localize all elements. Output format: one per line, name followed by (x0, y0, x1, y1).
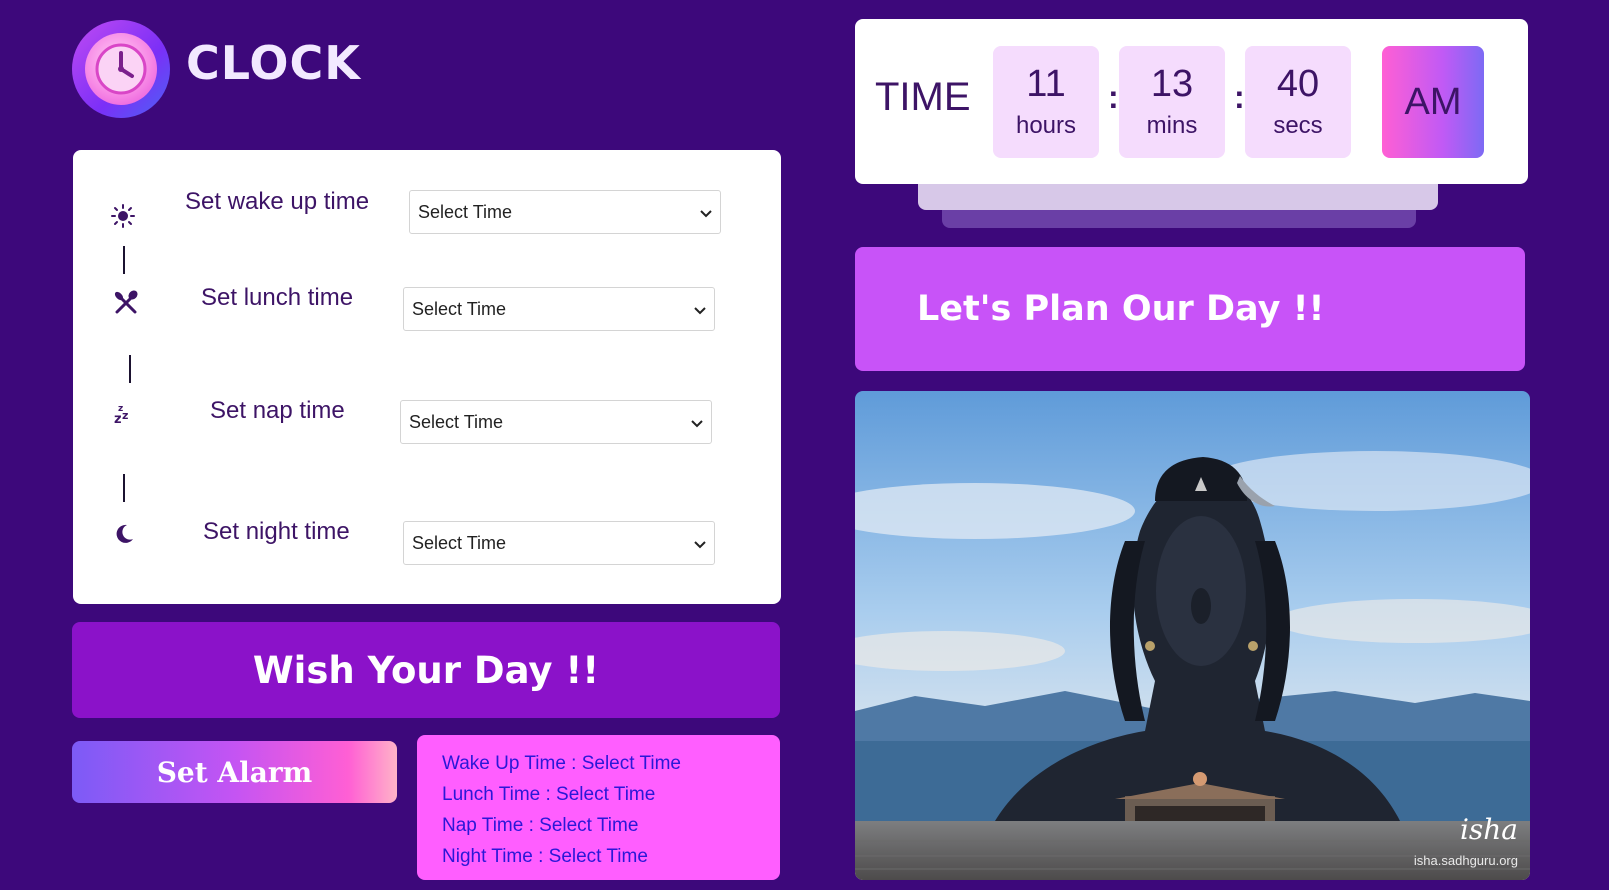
plan-banner: Let's Plan Our Day !! (855, 247, 1525, 371)
clock-icon (85, 33, 157, 105)
lunch-time-select[interactable]: Select Time (403, 287, 715, 331)
mins-label: mins (1146, 112, 1198, 139)
hours-box: 11 hours (993, 46, 1099, 158)
mins-value: 13 (1150, 63, 1194, 105)
hours-value: 11 (1026, 63, 1066, 105)
night-label: Set night time (203, 518, 350, 545)
clock-logo (72, 20, 170, 118)
fork-knife-icon (111, 288, 141, 318)
svg-text:z: z (118, 404, 123, 414)
summary-nap: Nap Time : Select Time (442, 815, 639, 836)
chevron-down-icon (700, 202, 712, 223)
chevron-down-icon (694, 533, 706, 554)
chevron-down-icon (694, 299, 706, 320)
timeline-connector (123, 474, 125, 502)
lunch-select-value: Select Time (412, 298, 507, 319)
schedule-card: Set wake up time Select Time Set lunch t… (73, 150, 781, 604)
image-credit: isha.sadhguru.org (1413, 853, 1518, 868)
summary-lunch: Lunch Time : Select Time (442, 784, 656, 805)
sun-icon (108, 201, 138, 231)
secs-label: secs (1273, 112, 1323, 139)
wake-up-time-select[interactable]: Select Time (409, 190, 721, 234)
moon-icon (109, 519, 139, 549)
nap-label: Set nap time (210, 397, 345, 424)
daily-image: isha isha.sadhguru.org (855, 391, 1530, 880)
clock-card: TIME 11 hours : 13 mins : 40 secs AM (855, 19, 1528, 184)
time-separator: : (1108, 79, 1119, 115)
app-title: CLOCK (186, 36, 361, 90)
nap-select-value: Select Time (409, 411, 504, 432)
ampm-indicator: AM (1382, 46, 1484, 158)
isha-logo-watermark: isha (1459, 813, 1518, 846)
wake-up-select-value: Select Time (418, 201, 513, 222)
secs-value: 40 (1276, 63, 1320, 105)
summary-wake-up: Wake Up Time : Select Time (442, 753, 681, 774)
wish-banner: Wish Your Day !! (72, 622, 780, 718)
statue-scene-image (855, 391, 1530, 880)
mins-box: 13 mins (1119, 46, 1225, 158)
hours-label: hours (1015, 112, 1077, 139)
zzz-icon: z z z (109, 399, 139, 429)
lunch-label: Set lunch time (201, 284, 354, 311)
summary-night: Night Time : Select Time (442, 846, 648, 867)
night-select-value: Select Time (412, 532, 507, 553)
timeline-connector (123, 246, 125, 274)
chevron-down-icon (691, 412, 703, 433)
wake-up-label: Set wake up time (185, 188, 370, 215)
time-separator: : (1234, 79, 1245, 115)
secs-box: 40 secs (1245, 46, 1351, 158)
set-alarm-button[interactable]: Set Alarm (72, 741, 397, 803)
svg-text:z: z (114, 412, 122, 426)
schedule-summary: Wake Up Time : Select Time Lunch Time : … (417, 735, 780, 880)
timeline-connector (129, 355, 131, 383)
night-time-select[interactable]: Select Time (403, 521, 715, 565)
nap-time-select[interactable]: Select Time (400, 400, 712, 444)
time-label: TIME (875, 75, 971, 119)
